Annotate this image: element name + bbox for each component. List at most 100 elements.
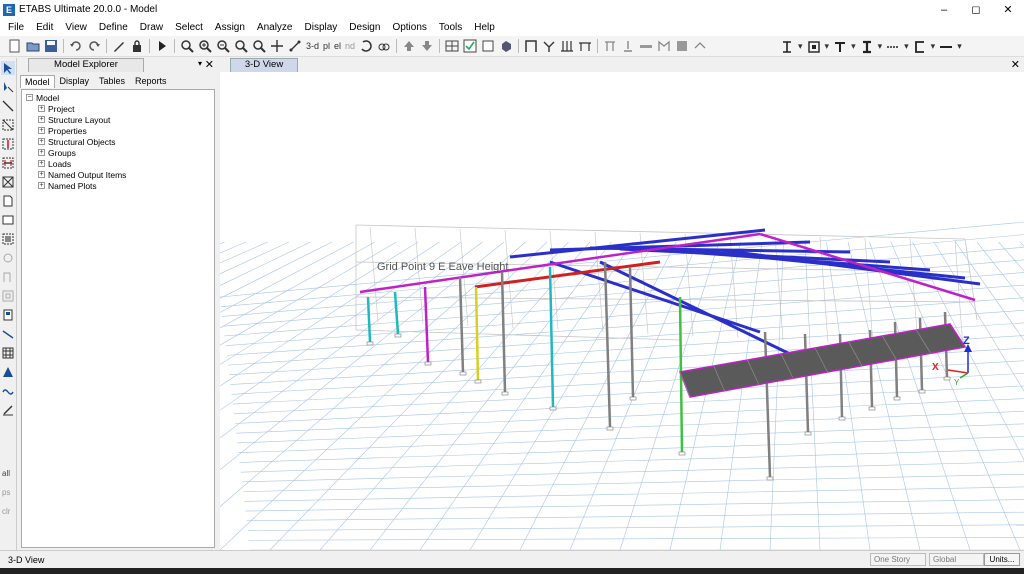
dropdown-arrow-icon[interactable]: ▾ <box>931 41 936 52</box>
close-window-button[interactable]: ✕ <box>992 0 1024 19</box>
draw-column-icon[interactable] <box>1 137 15 151</box>
redo-icon[interactable] <box>86 38 102 54</box>
minimize-button[interactable]: – <box>928 0 960 19</box>
view-elevation-button[interactable]: el <box>334 41 341 51</box>
tab-display[interactable]: Display <box>55 74 95 88</box>
display-grid-icon[interactable] <box>444 38 460 54</box>
tree-item-named-output-items[interactable]: + Named Output Items <box>22 169 214 180</box>
view-3d-button[interactable]: 3-d <box>306 41 319 51</box>
draw-link-icon[interactable] <box>1 327 15 341</box>
menu-assign[interactable]: Assign <box>209 19 251 36</box>
maximize-button[interactable]: ◻ <box>960 0 992 19</box>
menu-help[interactable]: Help <box>468 19 501 36</box>
expand-icon[interactable]: + <box>38 149 45 156</box>
pointer-select-icon[interactable] <box>1 61 15 75</box>
draw-joint-icon[interactable] <box>1 99 15 113</box>
draw-brace-icon[interactable] <box>1 175 15 189</box>
view-nd-button[interactable]: nd <box>345 41 355 51</box>
pencil-icon[interactable] <box>111 38 127 54</box>
move-down-icon[interactable] <box>419 38 435 54</box>
expand-icon[interactable]: + <box>38 160 45 167</box>
units-button[interactable]: Units... <box>984 553 1020 566</box>
dropdown-arrow-icon[interactable]: ▾ <box>878 41 883 52</box>
previous-select-icon[interactable]: ps <box>1 484 15 498</box>
section-tee-icon[interactable] <box>832 39 848 55</box>
model-3d-canvas[interactable]: Z X Y Grid Point 9 E Eave Height <box>220 72 1024 550</box>
coord-system-select[interactable]: Global <box>929 553 984 566</box>
menu-draw[interactable]: Draw <box>134 19 169 36</box>
extrude-view-icon[interactable] <box>498 38 514 54</box>
zoom-in-icon[interactable] <box>197 38 213 54</box>
tab-reports[interactable]: Reports <box>130 74 172 88</box>
draw-quick-floor-icon[interactable] <box>1 232 15 246</box>
column-draw-icon[interactable] <box>559 38 575 54</box>
close-view-icon[interactable]: ✕ <box>1011 58 1020 71</box>
restraint-icon[interactable] <box>602 38 618 54</box>
tree-item-loads[interactable]: + Loads <box>22 158 214 169</box>
frame-assign-icon[interactable] <box>638 38 654 54</box>
menu-file[interactable]: File <box>2 19 30 36</box>
load-assign-icon[interactable] <box>674 38 690 54</box>
draw-wave-icon[interactable] <box>1 384 15 398</box>
zoom-previous-icon[interactable] <box>251 38 267 54</box>
draw-tendon-icon[interactable] <box>1 365 15 379</box>
draw-rect-floor-icon[interactable] <box>1 213 15 227</box>
dropdown-arrow-icon[interactable]: ▾ <box>825 41 830 52</box>
draw-floor-icon[interactable] <box>1 194 15 208</box>
menu-view[interactable]: View <box>59 19 93 36</box>
menu-define[interactable]: Define <box>93 19 134 36</box>
save-icon[interactable] <box>43 38 59 54</box>
menu-design[interactable]: Design <box>343 19 386 36</box>
menu-tools[interactable]: Tools <box>433 19 468 36</box>
shell-assign-icon[interactable] <box>656 38 672 54</box>
menu-analyze[interactable]: Analyze <box>251 19 299 36</box>
draw-opening-icon[interactable] <box>1 289 15 303</box>
pan-icon[interactable] <box>269 38 285 54</box>
rotate-3d-icon[interactable] <box>358 38 374 54</box>
joint-assign-icon[interactable] <box>620 38 636 54</box>
draw-wall-stack-icon[interactable] <box>1 270 15 284</box>
frame-portal-icon[interactable] <box>523 38 539 54</box>
beam-draw-icon[interactable] <box>577 38 593 54</box>
expand-icon[interactable]: + <box>38 127 45 134</box>
tab-tables[interactable]: Tables <box>94 74 130 88</box>
open-model-icon[interactable] <box>25 38 41 54</box>
set-display-options-icon[interactable] <box>462 38 478 54</box>
story-select[interactable]: One Story <box>870 553 926 566</box>
section-box-icon[interactable] <box>806 39 822 55</box>
expand-icon[interactable]: + <box>38 116 45 123</box>
tree-item-project[interactable]: + Project <box>22 103 214 114</box>
tab-3d-view[interactable]: 3-D View <box>230 58 298 72</box>
dropdown-arrow-icon[interactable]: ▾ <box>904 41 909 52</box>
structure-3d-drawing[interactable]: Z X Y <box>220 72 1024 550</box>
brace-icon[interactable] <box>541 38 557 54</box>
tree-item-structure-layout[interactable]: + Structure Layout <box>22 114 214 125</box>
dropdown-arrow-icon[interactable]: ▾ <box>798 41 803 52</box>
perspective-toggle-icon[interactable] <box>376 38 392 54</box>
draw-dimension-icon[interactable] <box>1 403 15 417</box>
section-wide-flange-icon[interactable] <box>859 39 875 55</box>
section-channel-icon[interactable] <box>912 39 928 55</box>
menu-select[interactable]: Select <box>169 19 209 36</box>
lock-icon[interactable] <box>129 38 145 54</box>
run-analysis-icon[interactable] <box>154 38 170 54</box>
tree-item-properties[interactable]: + Properties <box>22 125 214 136</box>
zoom-restore-icon[interactable] <box>233 38 249 54</box>
draw-frame-icon[interactable] <box>1 118 15 132</box>
pin-dropdown-icon[interactable]: ▾ <box>198 59 202 68</box>
expand-icon[interactable]: + <box>38 138 45 145</box>
section-line-icon[interactable] <box>938 39 954 55</box>
display-loads-icon[interactable] <box>692 38 708 54</box>
section-i-icon[interactable] <box>779 39 795 55</box>
tree-item-named-plots[interactable]: + Named Plots <box>22 180 214 191</box>
tree-root[interactable]: − Model <box>22 92 214 103</box>
zoom-window-icon[interactable] <box>179 38 195 54</box>
expand-icon[interactable]: + <box>38 171 45 178</box>
draw-grid-icon[interactable] <box>1 346 15 360</box>
clear-select-icon[interactable]: clr <box>1 503 15 517</box>
view-plan-button[interactable]: pl <box>323 41 330 51</box>
close-icon[interactable]: ✕ <box>205 58 214 71</box>
tree-item-groups[interactable]: + Groups <box>22 147 214 158</box>
section-dashed-icon[interactable] <box>885 39 901 55</box>
reshape-icon[interactable] <box>1 80 15 94</box>
